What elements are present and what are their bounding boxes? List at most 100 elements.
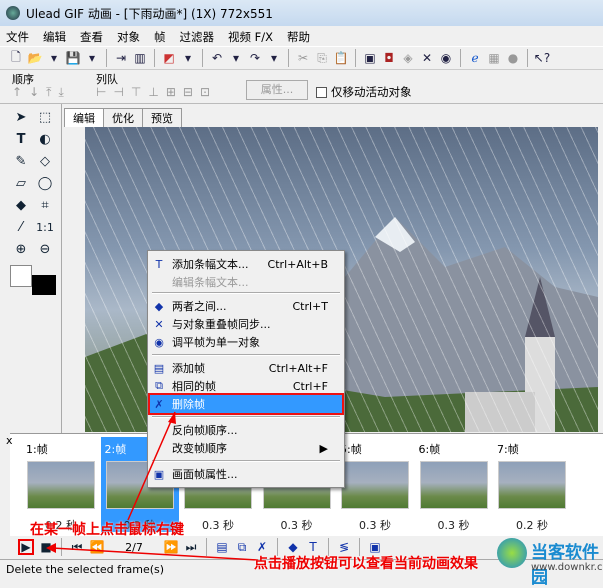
menu-object[interactable]: 对象 [117, 29, 140, 45]
actual-size-icon[interactable]: 1:1 [36, 218, 54, 236]
dropdown-icon[interactable]: ▾ [46, 50, 62, 66]
add-frame-icon[interactable]: ▤ [214, 539, 230, 555]
crop-tool-icon[interactable]: ⌗ [36, 196, 54, 214]
dropdown-icon[interactable]: ▾ [84, 50, 100, 66]
frame-duration[interactable]: 0.3 秒 [336, 517, 414, 533]
context-menu-item[interactable]: ▤ 添加帧 Ctrl+Alt+F [150, 359, 342, 377]
context-menu-item[interactable]: ⧉ 相同的帧 Ctrl+F [150, 377, 342, 395]
color-swatches [10, 265, 56, 305]
open-icon[interactable]: 📂 [27, 50, 43, 66]
move-up-icon[interactable]: ↑ [12, 85, 22, 100]
frame-thumbnail[interactable] [27, 461, 95, 509]
flatten-icon[interactable]: ◉ [438, 50, 454, 66]
move-top-icon[interactable]: ⤒ [46, 85, 51, 100]
copy-icon[interactable]: ⎘ [314, 50, 330, 66]
import-frames-icon[interactable]: ▥ [132, 50, 148, 66]
frame-props-icon[interactable]: ▣ [362, 50, 378, 66]
center-icon[interactable]: ⊞ [166, 85, 176, 99]
tab-preview[interactable]: 预览 [142, 108, 182, 127]
context-menu-item[interactable]: 反向帧顺序... [150, 421, 342, 439]
brush-tool-icon[interactable]: ✎ [12, 152, 30, 170]
distribute-v-icon[interactable]: ⊡ [200, 85, 210, 99]
context-menu-item[interactable]: ▣ 画面帧属性... [150, 465, 342, 483]
properties-button[interactable]: 属性... [246, 80, 308, 100]
context-menu-item[interactable]: 编辑条幅文本... [150, 273, 342, 291]
paste-icon[interactable]: 📋 [333, 50, 349, 66]
dropdown-icon[interactable]: ▾ [180, 50, 196, 66]
tab-optimize[interactable]: 优化 [103, 108, 143, 127]
grid-icon[interactable]: ▦ [486, 50, 502, 66]
context-menu-item[interactable]: ✕ 与对象重叠帧同步... [150, 315, 342, 333]
frame-item[interactable]: 6:帧 0.3 秒 [415, 437, 493, 532]
align-top-icon[interactable]: ⊤ [131, 85, 141, 99]
background-color[interactable] [32, 275, 56, 295]
menu-video-fx[interactable]: 视频 F/X [228, 29, 273, 45]
play-button[interactable]: ▶ [18, 539, 34, 555]
context-menu-item[interactable]: ✗ 删除帧 [148, 393, 344, 415]
frame-thumbnail[interactable] [419, 461, 488, 509]
zoom-in-icon[interactable]: ⊕ [12, 240, 30, 258]
eyedropper-tool-icon[interactable]: ⁄ [12, 218, 30, 236]
frame-duration[interactable]: 0.3 秒 [179, 517, 257, 533]
save-icon[interactable]: 💾 [65, 50, 81, 66]
align-hcenter-icon[interactable]: ⊣ [113, 85, 123, 99]
browser-preview-icon[interactable]: ℯ [467, 50, 483, 66]
frame-thumbnail[interactable] [341, 461, 409, 509]
marquee-tool-icon[interactable]: ⬚ [36, 108, 54, 126]
tween-icon[interactable]: ◈ [400, 50, 416, 66]
sync-icon[interactable]: ✕ [419, 50, 435, 66]
frame-duration[interactable]: 0.3 秒 [258, 517, 336, 533]
frame-thumbnail[interactable] [498, 461, 566, 509]
menu-frame[interactable]: 帧 [154, 29, 166, 45]
context-menu-item[interactable]: ◆ 两者之间... Ctrl+T [150, 297, 342, 315]
context-menu-item[interactable]: 改变帧顺序 ▶ [150, 439, 342, 457]
undo-icon[interactable]: ↶ [209, 50, 225, 66]
menu-file[interactable]: 文件 [6, 29, 29, 45]
frame-item[interactable]: 5:帧 0.3 秒 [336, 437, 414, 532]
menu-edit[interactable]: 编辑 [43, 29, 66, 45]
import-icon[interactable]: ⇥ [113, 50, 129, 66]
transform-tool-icon[interactable]: ◐ [36, 130, 54, 148]
menu-help[interactable]: 帮助 [287, 29, 310, 45]
prev-frame-button[interactable]: ⏪ [89, 539, 105, 555]
context-menu-item[interactable]: ◉ 调平帧为单一对象 [150, 333, 342, 351]
first-frame-button[interactable]: ⏮ [69, 539, 85, 555]
help-pointer-icon[interactable]: ↖? [534, 50, 550, 66]
foreground-color[interactable] [10, 265, 32, 287]
pointer-tool-icon[interactable]: ➤ [12, 108, 30, 126]
frame-duration[interactable]: 0.3 秒 [415, 517, 493, 533]
next-frame-button[interactable]: ⏩ [163, 539, 179, 555]
text-tool-icon[interactable]: T [12, 130, 30, 148]
frame-item[interactable]: 7:帧 0.2 秒 [493, 437, 571, 532]
frame-item[interactable]: 1:帧 0.2 秒 [22, 437, 100, 532]
new-icon[interactable]: 🗋 [8, 50, 24, 66]
align-left-icon[interactable]: ⊢ [96, 85, 106, 99]
move-down-icon[interactable]: ↓ [29, 85, 39, 100]
duplicate-frame-icon[interactable]: ⧉ [234, 539, 250, 555]
move-bottom-icon[interactable]: ⤓ [58, 85, 63, 100]
dropdown-icon[interactable]: ▾ [266, 50, 282, 66]
only-move-active-checkbox[interactable]: 仅移动活动对象 [316, 84, 412, 100]
dropdown-icon[interactable]: ▾ [228, 50, 244, 66]
lasso-tool-icon[interactable]: ◇ [36, 152, 54, 170]
optimize-icon[interactable]: ◩ [161, 50, 177, 66]
menu-view[interactable]: 查看 [80, 29, 103, 45]
panel-close-button[interactable]: x [6, 434, 13, 447]
align-bottom-icon[interactable]: ⊥ [148, 85, 158, 99]
menu-filter[interactable]: 过滤器 [180, 29, 215, 45]
distribute-h-icon[interactable]: ⊟ [183, 85, 193, 99]
cut-icon[interactable]: ✂ [295, 50, 311, 66]
context-menu-item[interactable]: T 添加条幅文本... Ctrl+Alt+B [150, 255, 342, 273]
frame-duration[interactable]: 0.2 秒 [493, 517, 571, 533]
banner-text-icon[interactable]: ◘ [381, 50, 397, 66]
stop-button[interactable]: ■ [38, 539, 54, 555]
redo-icon[interactable]: ↷ [247, 50, 263, 66]
checkbox-box[interactable] [316, 86, 327, 98]
eraser-tool-icon[interactable]: ▱ [12, 174, 30, 192]
zoom-out-icon[interactable]: ⊖ [36, 240, 54, 258]
globe-icon[interactable]: ● [505, 50, 521, 66]
fill-tool-icon[interactable]: ◆ [12, 196, 30, 214]
ellipse-tool-icon[interactable]: ◯ [36, 174, 54, 192]
last-frame-button[interactable]: ⏭ [183, 539, 199, 555]
tab-edit[interactable]: 编辑 [64, 108, 104, 127]
